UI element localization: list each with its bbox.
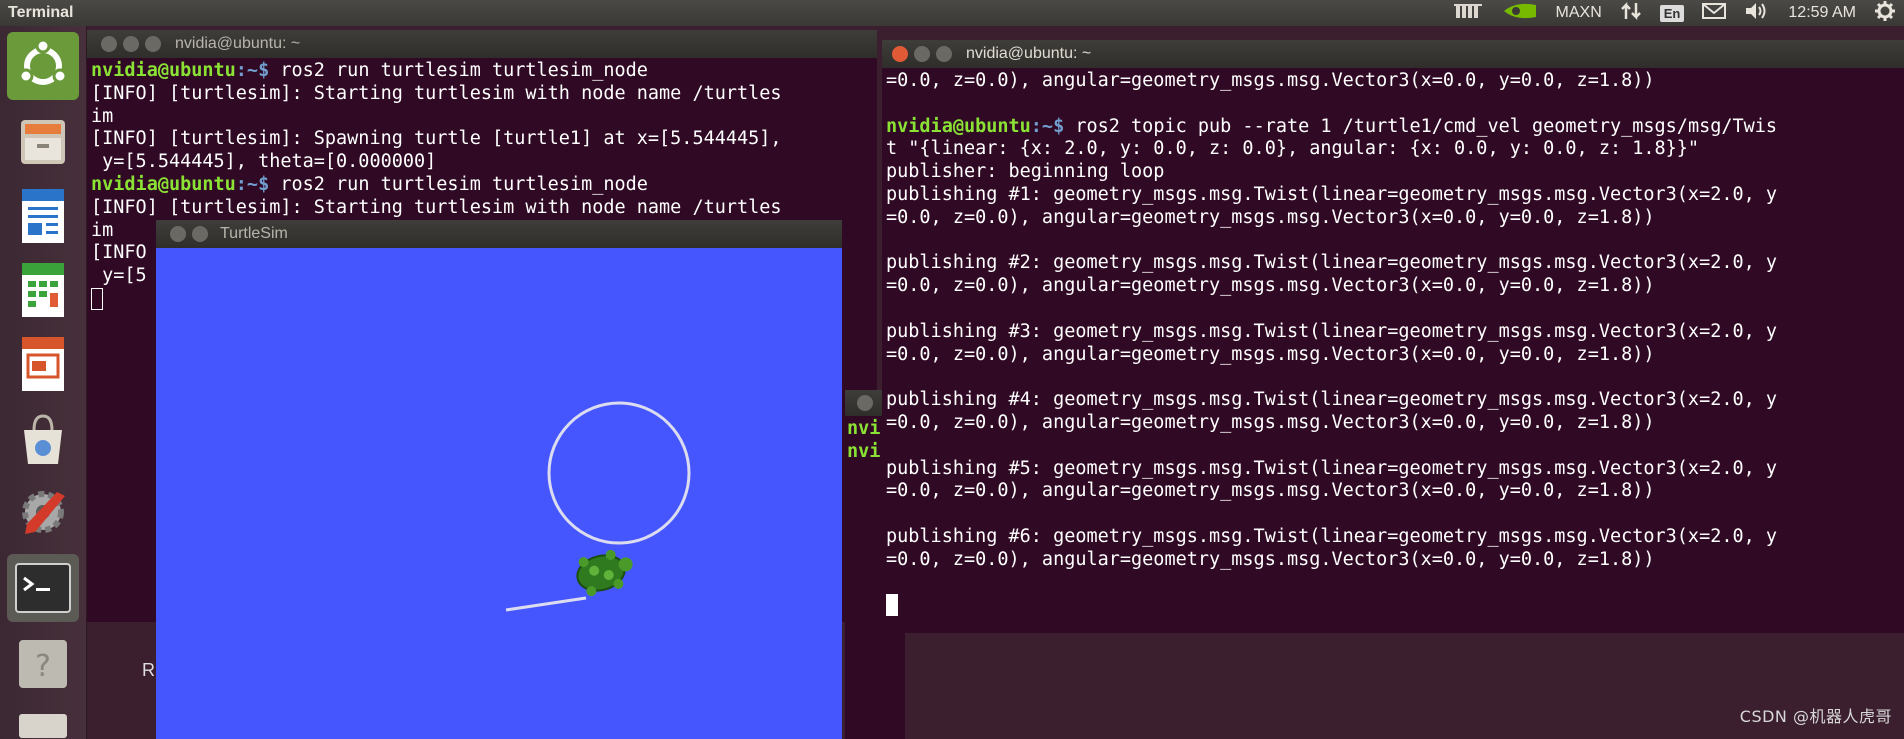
prompt-path: :~$: [235, 173, 270, 195]
csdn-watermark: CSDN @机器人虎哥: [1739, 707, 1892, 726]
terminal-2-output[interactable]: =0.0, z=0.0), angular=geometry_msgs.msg.…: [882, 68, 1904, 633]
storage-icon[interactable]: [1453, 2, 1484, 25]
command-text: ros2 run turtlesim turtlesim_node: [269, 60, 648, 81]
output-line: y=[5: [91, 265, 147, 287]
output-line: [INFO] [turtlesim]: Starting turtlesim w…: [91, 196, 782, 218]
publish-line: publishing #1: geometry_msgs.msg.Twist(l…: [886, 183, 1778, 205]
keyboard-layout-indicator[interactable]: En: [1659, 4, 1685, 22]
output-line: y=[5.544445], theta=[0.000000]: [91, 151, 437, 173]
publish-line: =0.0, z=0.0), angular=geometry_msgs.msg.…: [886, 480, 1655, 502]
prompt-path: :~$: [1030, 115, 1065, 137]
clock[interactable]: 12:59 AM: [1788, 4, 1856, 22]
top-panel: Terminal MAXN En 12:59 AM: [0, 0, 1904, 26]
prompt-user: nvidia@ubuntu: [91, 173, 236, 195]
terminal-cursor: [91, 287, 103, 310]
command-text: ros2 topic pub --rate 1 /turtle1/cmd_vel…: [1064, 115, 1778, 137]
turtlesim-canvas[interactable]: [156, 248, 842, 739]
impress-launcher[interactable]: [7, 330, 79, 398]
window-title: TurtleSim: [220, 225, 288, 242]
settings-wrench-icon: [13, 482, 73, 542]
document-icon: [18, 187, 68, 245]
nvidia-logo-icon[interactable]: [1502, 1, 1538, 26]
close-button[interactable]: [170, 226, 186, 242]
output-line: [INFO: [91, 242, 147, 264]
command-text: ros2 run turtlesim turtlesim_node: [269, 173, 648, 195]
minimize-button[interactable]: [123, 36, 139, 52]
turtle-icon: [576, 549, 633, 597]
publish-line: =0.0, z=0.0), angular=geometry_msgs.msg.…: [886, 343, 1655, 365]
minimize-button[interactable]: [192, 226, 208, 242]
publish-line: =0.0, z=0.0), angular=geometry_msgs.msg.…: [886, 411, 1655, 433]
terminal-window-2[interactable]: nvidia@ubuntu: ~ =0.0, z=0.0), angular=g…: [882, 40, 1904, 633]
output-line: im: [91, 105, 114, 127]
prompt-user: nvidia@ubuntu: [91, 60, 236, 81]
spreadsheet-icon: [18, 261, 68, 319]
terminal-2-titlebar[interactable]: nvidia@ubuntu: ~: [882, 40, 1904, 68]
file-cabinet-icon: [15, 114, 71, 170]
terminal-1-titlebar[interactable]: nvidia@ubuntu: ~: [87, 30, 877, 58]
writer-launcher[interactable]: [7, 182, 79, 250]
shopping-bag-icon: [16, 412, 70, 468]
turtle-trail-drawing: [505, 401, 691, 612]
publish-line: publishing #6: geometry_msgs.msg.Twist(l…: [886, 525, 1778, 547]
terminal-icon: [14, 562, 72, 614]
svg-text:?: ?: [35, 649, 51, 684]
publish-line: publishing #5: geometry_msgs.msg.Twist(l…: [886, 457, 1778, 479]
ubuntu-logo-icon: [17, 40, 69, 92]
output-line: [INFO] [turtlesim]: Starting turtlesim w…: [91, 82, 782, 104]
help-icon: ?: [15, 636, 71, 692]
prompt-path: :~$: [235, 60, 270, 81]
gear-icon[interactable]: [1874, 0, 1896, 27]
publish-line: =0.0, z=0.0), angular=geometry_msgs.msg.…: [886, 275, 1655, 297]
output-line: =0.0, z=0.0), angular=geometry_msgs.msg.…: [886, 70, 1655, 91]
launcher-item-partial[interactable]: [7, 706, 79, 739]
window-title: nvidia@ubuntu: ~: [175, 35, 301, 52]
turtlesim-window[interactable]: TurtleSim: [156, 220, 842, 739]
launcher: ?: [0, 26, 87, 739]
power-mode-label[interactable]: MAXN: [1556, 4, 1602, 22]
publish-line: publishing #4: geometry_msgs.msg.Twist(l…: [886, 389, 1778, 411]
files-launcher[interactable]: [7, 108, 79, 176]
output-line: publisher: beginning loop: [886, 161, 1165, 183]
publish-line: publishing #2: geometry_msgs.msg.Twist(l…: [886, 252, 1778, 274]
prompt-user: nvidia@ubuntu: [886, 115, 1031, 137]
maximize-button[interactable]: [145, 36, 161, 52]
minimize-button[interactable]: [914, 46, 930, 62]
turtle-trail-line: [505, 596, 587, 612]
output-line: im: [91, 219, 114, 241]
calc-launcher[interactable]: [7, 256, 79, 324]
publish-line: publishing #3: geometry_msgs.msg.Twist(l…: [886, 320, 1778, 342]
close-button[interactable]: [892, 46, 908, 62]
network-arrows-icon[interactable]: [1620, 1, 1642, 26]
window-title: nvidia@ubuntu: ~: [966, 45, 1092, 62]
prompt-user-fragment: nvi: [847, 418, 881, 439]
close-button[interactable]: [101, 36, 117, 52]
ubuntu-dash-button[interactable]: [7, 32, 79, 100]
publish-line: =0.0, z=0.0), angular=geometry_msgs.msg.…: [886, 206, 1655, 228]
volume-icon[interactable]: [1744, 1, 1770, 26]
terminal-cursor: [886, 594, 898, 617]
close-button[interactable]: [857, 395, 873, 411]
command-text-continued: t "{linear: {x: 2.0, y: 0.0, z: 0.0}, an…: [886, 138, 1700, 160]
presentation-icon: [18, 335, 68, 393]
mail-icon[interactable]: [1702, 2, 1727, 25]
system-settings-launcher[interactable]: [7, 478, 79, 546]
terminal-launcher[interactable]: [7, 554, 79, 622]
desktop-label-fragment: R: [142, 660, 155, 680]
turtle-trail-circle: [547, 401, 691, 545]
indicator-area: MAXN En 12:59 AM: [1453, 0, 1896, 27]
prompt-user-fragment: nvi: [847, 440, 881, 462]
active-app-title: Terminal: [8, 4, 74, 21]
publish-line: =0.0, z=0.0), angular=geometry_msgs.msg.…: [886, 548, 1655, 570]
output-line: [INFO] [turtlesim]: Spawning turtle [tur…: [91, 128, 782, 150]
app-icon: [15, 708, 71, 738]
turtlesim-titlebar[interactable]: TurtleSim: [156, 220, 842, 248]
software-center-launcher[interactable]: [7, 406, 79, 474]
maximize-button[interactable]: [936, 46, 952, 62]
help-launcher[interactable]: ?: [7, 630, 79, 698]
